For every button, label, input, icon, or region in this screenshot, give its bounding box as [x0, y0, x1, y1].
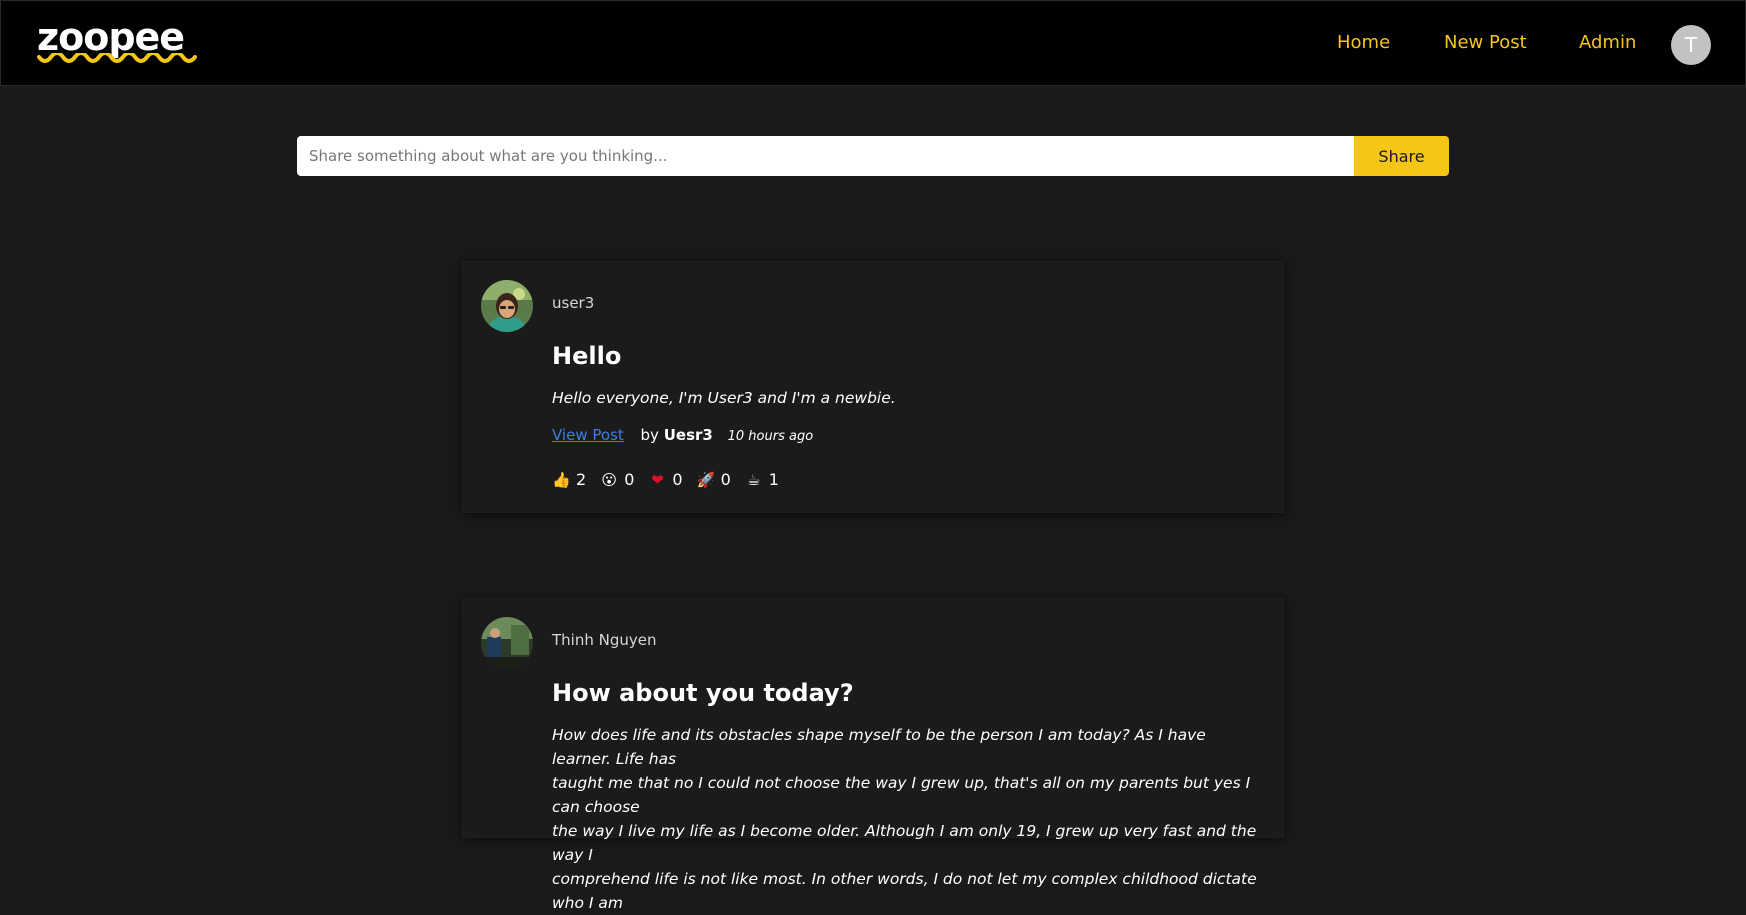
share-input[interactable] — [297, 136, 1354, 176]
post-card: Thinh Nguyen How about you today? How do… — [462, 598, 1284, 912]
post-author-avatar[interactable] — [481, 617, 533, 669]
reaction-thumbs-up[interactable]: 👍 2 — [552, 470, 586, 489]
reaction-count: 1 — [768, 470, 779, 489]
view-post-link[interactable]: View Post — [552, 426, 624, 444]
zoopee-logo[interactable]: zoopee — [37, 15, 201, 67]
reaction-surprised[interactable]: 😮 0 — [600, 470, 634, 489]
surprised-face-icon: 😮 — [601, 470, 617, 489]
user-avatar[interactable]: T — [1671, 25, 1711, 65]
nav-home-link[interactable]: Home — [1337, 31, 1390, 55]
post-body: Hello everyone, I'm User3 and I'm a newb… — [552, 389, 896, 407]
nav-new-post-link[interactable]: New Post — [1444, 31, 1527, 55]
top-navbar: zoopee Home New Post Admin T — [0, 0, 1746, 86]
logo-wave-icon — [37, 53, 197, 63]
heart-icon: ❤ — [651, 470, 664, 489]
reaction-count: 2 — [576, 470, 587, 489]
by-label: by — [640, 426, 659, 444]
reaction-rocket[interactable]: 🚀 0 — [697, 470, 731, 489]
post-username[interactable]: Thinh Nguyen — [552, 631, 656, 649]
share-button[interactable]: Share — [1354, 136, 1449, 176]
post-timestamp: 10 hours ago — [727, 429, 814, 444]
reaction-coffee[interactable]: ☕ 1 — [745, 470, 779, 489]
share-bar: Share — [297, 136, 1449, 176]
post-body-line: taught me that no I could not choose the… — [552, 774, 1251, 816]
post-author-avatar[interactable] — [481, 280, 533, 332]
post-card: user3 Hello Hello everyone, I'm User3 an… — [462, 261, 1284, 513]
post-body-line: the way I live my life as I become older… — [552, 822, 1257, 864]
post-author-name: Uesr3 — [663, 426, 713, 444]
post-body-line: How does life and its obstacles shape my… — [552, 726, 1206, 768]
thumbs-up-icon: 👍 — [552, 470, 571, 489]
post-meta: View Post by Uesr3 10 hours ago — [552, 426, 813, 444]
coffee-icon: ☕ — [747, 470, 761, 489]
reaction-bar: 👍 2 😮 0 ❤ 0 🚀 0 ☕ 1 — [552, 470, 779, 489]
rocket-icon: 🚀 — [696, 470, 716, 489]
post-body-line: comprehend life is not like most. In oth… — [552, 870, 1257, 912]
reaction-count: 0 — [672, 470, 683, 489]
nav-admin-link[interactable]: Admin — [1579, 31, 1636, 55]
post-body: How does life and its obstacles shape my… — [552, 723, 1262, 915]
post-title: Hello — [552, 342, 622, 370]
post-title: How about you today? — [552, 679, 854, 707]
reaction-heart[interactable]: ❤ 0 — [648, 470, 682, 489]
reaction-count: 0 — [624, 470, 635, 489]
post-username[interactable]: user3 — [552, 294, 594, 312]
reaction-count: 0 — [720, 470, 731, 489]
